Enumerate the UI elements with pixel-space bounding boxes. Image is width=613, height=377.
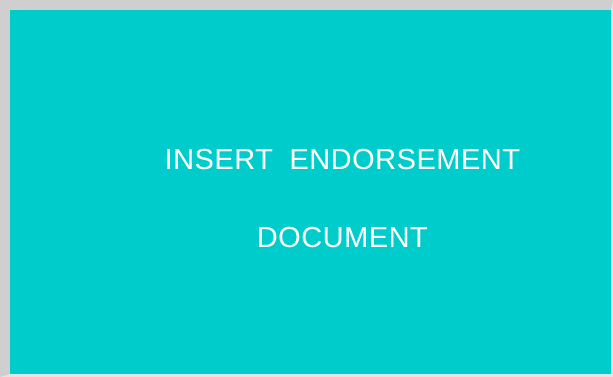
display-screen: INSERT ENDORSEMENT DOCUMENT: [10, 10, 611, 374]
prompt-message-line-1: INSERT ENDORSEMENT: [164, 144, 521, 176]
prompt-message-line-2: DOCUMENT: [256, 222, 429, 254]
